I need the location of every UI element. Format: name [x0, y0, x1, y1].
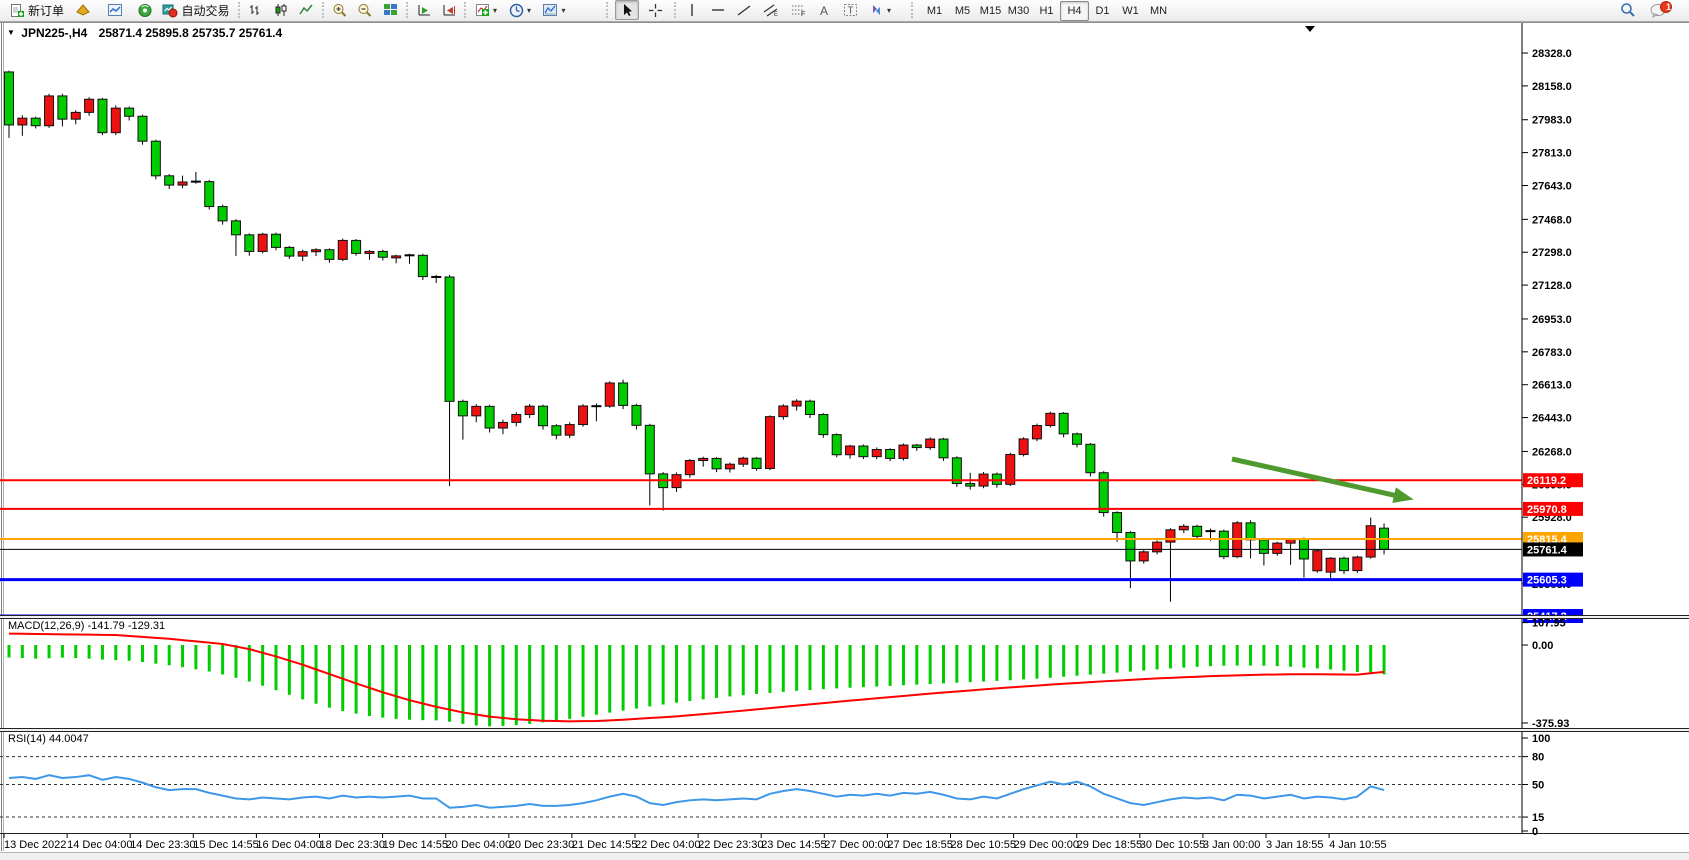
chart-ohlc: 25871.4 25895.8 25735.7 25761.4 [99, 26, 283, 40]
trading-terminal: 新订单 自动交易 [0, 0, 1689, 860]
svg-text:27 Dec 00:00: 27 Dec 00:00 [824, 839, 889, 851]
svg-text:26443.0: 26443.0 [1532, 413, 1572, 425]
svg-text:13 Dec 2022: 13 Dec 2022 [4, 839, 66, 851]
svg-text:0.00: 0.00 [1532, 640, 1553, 652]
svg-text:23 Dec 14:55: 23 Dec 14:55 [761, 839, 826, 851]
svg-text:27128.0: 27128.0 [1532, 280, 1572, 292]
svg-text:26953.0: 26953.0 [1532, 314, 1572, 326]
svg-text:20 Dec 23:30: 20 Dec 23:30 [509, 839, 574, 851]
svg-text:100: 100 [1532, 733, 1550, 745]
svg-text:3 Jan 18:55: 3 Jan 18:55 [1266, 839, 1324, 851]
svg-text:27813.0: 27813.0 [1532, 148, 1572, 160]
svg-text:30 Dec 10:55: 30 Dec 10:55 [1140, 839, 1205, 851]
svg-text:14 Dec 04:00: 14 Dec 04:00 [67, 839, 132, 851]
chart-canvas[interactable]: 28328.0 28158.0 27983.0 27813.0 27643.0 27468… [0, 0, 1689, 860]
svg-text:16 Dec 04:00: 16 Dec 04:00 [256, 839, 321, 851]
rsi-indicator-label: RSI(14) 44.0047 [8, 733, 89, 745]
svg-text:28 Dec 10:55: 28 Dec 10:55 [951, 839, 1016, 851]
svg-text:19 Dec 14:55: 19 Dec 14:55 [383, 839, 448, 851]
svg-text:27983.0: 27983.0 [1532, 115, 1572, 127]
chart-symbol: JPN225-,H4 [21, 26, 87, 40]
svg-text:15: 15 [1532, 812, 1544, 824]
svg-text:22 Dec 04:00: 22 Dec 04:00 [635, 839, 700, 851]
chart-expand-icon: ▼ [7, 28, 15, 37]
chart-title[interactable]: ▼ JPN225-,H4 25871.4 25895.8 25735.7 257… [7, 26, 282, 40]
svg-text:29 Dec 00:00: 29 Dec 00:00 [1014, 839, 1079, 851]
svg-text:26783.0: 26783.0 [1532, 347, 1572, 359]
svg-text:14 Dec 23:30: 14 Dec 23:30 [130, 839, 195, 851]
svg-text:80: 80 [1532, 752, 1544, 764]
svg-text:21 Dec 14:55: 21 Dec 14:55 [572, 839, 637, 851]
svg-text:27298.0: 27298.0 [1532, 247, 1572, 259]
svg-text:27643.0: 27643.0 [1532, 180, 1572, 192]
svg-text:27468.0: 27468.0 [1532, 214, 1572, 226]
svg-text:15 Dec 14:55: 15 Dec 14:55 [193, 839, 258, 851]
chart-background [0, 22, 1689, 852]
svg-text:25761.4: 25761.4 [1527, 544, 1568, 556]
svg-text:3 Jan 00:00: 3 Jan 00:00 [1203, 839, 1261, 851]
svg-text:25970.8: 25970.8 [1527, 504, 1567, 516]
svg-text:25605.3: 25605.3 [1527, 575, 1567, 587]
svg-text:27 Dec 18:55: 27 Dec 18:55 [887, 839, 952, 851]
svg-text:28158.0: 28158.0 [1532, 81, 1572, 93]
svg-text:26268.0: 26268.0 [1532, 446, 1572, 458]
svg-text:26119.2: 26119.2 [1527, 475, 1566, 487]
svg-text:18 Dec 23:30: 18 Dec 23:30 [320, 839, 385, 851]
svg-text:0: 0 [1532, 826, 1538, 838]
svg-text:22 Dec 23:30: 22 Dec 23:30 [698, 839, 763, 851]
svg-text:29 Dec 18:55: 29 Dec 18:55 [1077, 839, 1142, 851]
macd-indicator-label: MACD(12,26,9) -141.79 -129.31 [8, 620, 165, 632]
svg-text:26613.0: 26613.0 [1532, 380, 1572, 392]
svg-text:107.95: 107.95 [1532, 618, 1566, 630]
svg-text:50: 50 [1532, 780, 1544, 792]
svg-text:20 Dec 04:00: 20 Dec 04:00 [446, 839, 511, 851]
svg-text:-375.93: -375.93 [1532, 718, 1569, 730]
svg-text:4 Jan 10:55: 4 Jan 10:55 [1329, 839, 1387, 851]
svg-text:28328.0: 28328.0 [1532, 48, 1572, 60]
